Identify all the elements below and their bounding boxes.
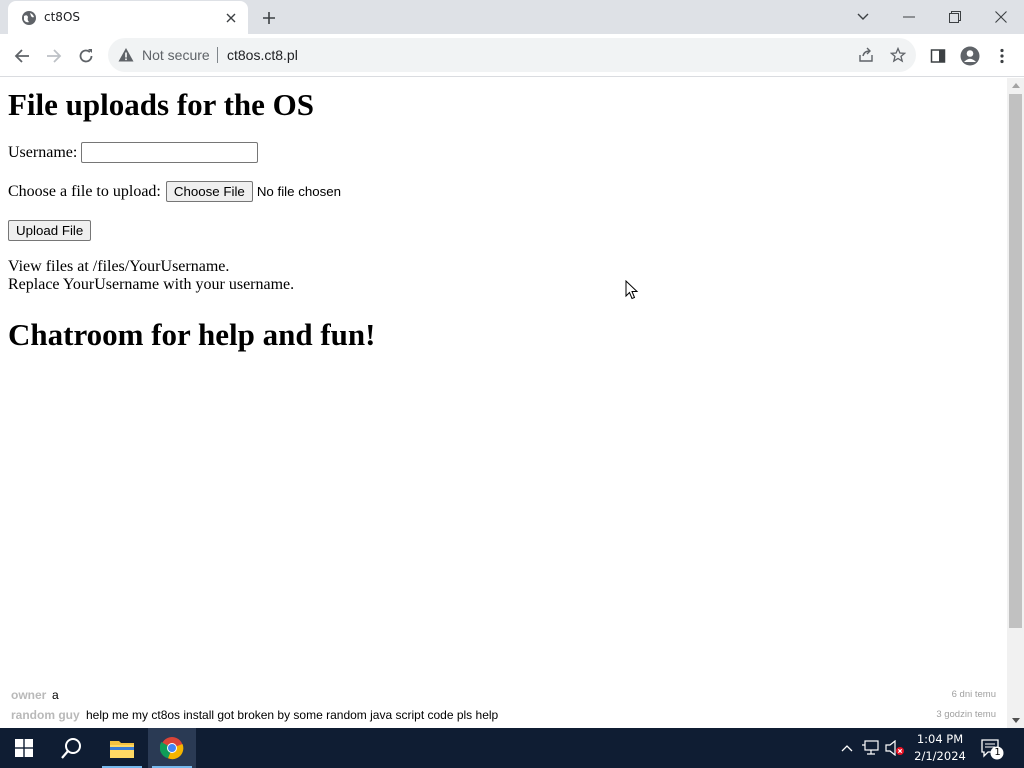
tab-search-button[interactable] — [840, 0, 886, 34]
username-label: Username: — [8, 143, 78, 161]
menu-kebab-icon[interactable] — [989, 43, 1015, 69]
username-input[interactable] — [81, 142, 259, 163]
browser-toolbar: Not secure ct8os.ct8.pl — [0, 34, 1024, 77]
scrollbar-thumb[interactable] — [1009, 94, 1022, 628]
windows-taskbar: 1:04 PM 2/1/2024 1 — [0, 728, 1024, 768]
address-bar[interactable]: Not secure ct8os.ct8.pl — [108, 38, 916, 72]
browser-titlebar: ct8OS — [0, 0, 1024, 34]
reload-button[interactable] — [73, 43, 99, 69]
security-status[interactable]: Not secure — [142, 47, 210, 63]
file-status-text: No file chosen — [256, 184, 342, 199]
volume-muted-icon[interactable] — [885, 738, 905, 758]
chat-username: random guy — [11, 708, 80, 722]
chat-message: random guy help me my ct8os install got … — [11, 706, 996, 724]
mouse-cursor-icon — [625, 279, 639, 300]
file-explorer-button[interactable] — [98, 728, 146, 768]
taskbar-clock[interactable]: 1:04 PM 2/1/2024 — [905, 731, 975, 765]
bookmark-star-icon[interactable] — [889, 46, 907, 64]
vertical-scrollbar[interactable] — [1007, 78, 1024, 728]
back-button[interactable] — [9, 43, 35, 69]
action-center-button[interactable]: 1 — [980, 738, 1004, 760]
network-icon[interactable] — [861, 738, 881, 758]
chat-message-text: help me my ct8os install got broken by s… — [86, 708, 499, 722]
close-window-button[interactable] — [978, 0, 1024, 34]
scroll-up-arrow-icon[interactable] — [1007, 78, 1024, 93]
omnibox-divider — [217, 47, 218, 63]
clock-date: 2/1/2024 — [914, 749, 966, 763]
clock-time: 1:04 PM — [916, 732, 964, 746]
chrome-taskbar-button[interactable] — [148, 728, 196, 768]
page-title: File uploads for the OS — [8, 87, 315, 122]
chat-username: owner — [11, 688, 47, 702]
new-tab-button[interactable] — [258, 7, 280, 29]
start-button[interactable] — [0, 728, 48, 768]
minimize-button[interactable] — [886, 0, 932, 34]
browser-tab[interactable]: ct8OS — [8, 1, 248, 34]
page-viewport: File uploads for the OS Username: Choose… — [0, 78, 1007, 728]
notification-count-badge: 1 — [994, 747, 1001, 758]
info-line-2: Replace YourUsername with your username. — [8, 276, 295, 293]
close-tab-icon[interactable] — [223, 10, 239, 26]
choose-file-button[interactable]: Choose File — [165, 181, 253, 202]
file-row: Choose a file to upload: Choose File No … — [8, 181, 341, 202]
forward-button[interactable] — [41, 43, 67, 69]
tab-title: ct8OS — [44, 10, 80, 24]
globe-icon — [21, 10, 37, 26]
search-button[interactable] — [48, 728, 96, 768]
file-label: Choose a file to upload: — [8, 182, 161, 200]
upload-row: Upload File — [8, 220, 92, 241]
share-icon[interactable] — [857, 46, 875, 64]
info-line-1: View files at /files/YourUsername. — [8, 258, 230, 275]
restore-button[interactable] — [932, 0, 978, 34]
warning-icon[interactable] — [118, 47, 134, 63]
scroll-down-arrow-icon[interactable] — [1007, 713, 1024, 728]
chevron-up-icon[interactable] — [837, 738, 857, 758]
chat-heading: Chatroom for help and fun! — [8, 317, 376, 352]
chat-timestamp: 6 dni temu — [951, 689, 996, 700]
username-row: Username: — [8, 142, 259, 163]
side-panel-icon[interactable] — [925, 43, 951, 69]
profile-avatar-icon[interactable] — [957, 43, 983, 69]
chat-message: owner a 6 dni temu — [11, 686, 996, 704]
upload-file-button[interactable]: Upload File — [8, 220, 92, 241]
chat-message-text: a — [52, 688, 59, 702]
upload-info: View files at /files/YourUsername. Repla… — [8, 258, 294, 294]
url-text[interactable]: ct8os.ct8.pl — [227, 47, 298, 63]
chat-timestamp: 3 godzin temu — [936, 709, 996, 720]
